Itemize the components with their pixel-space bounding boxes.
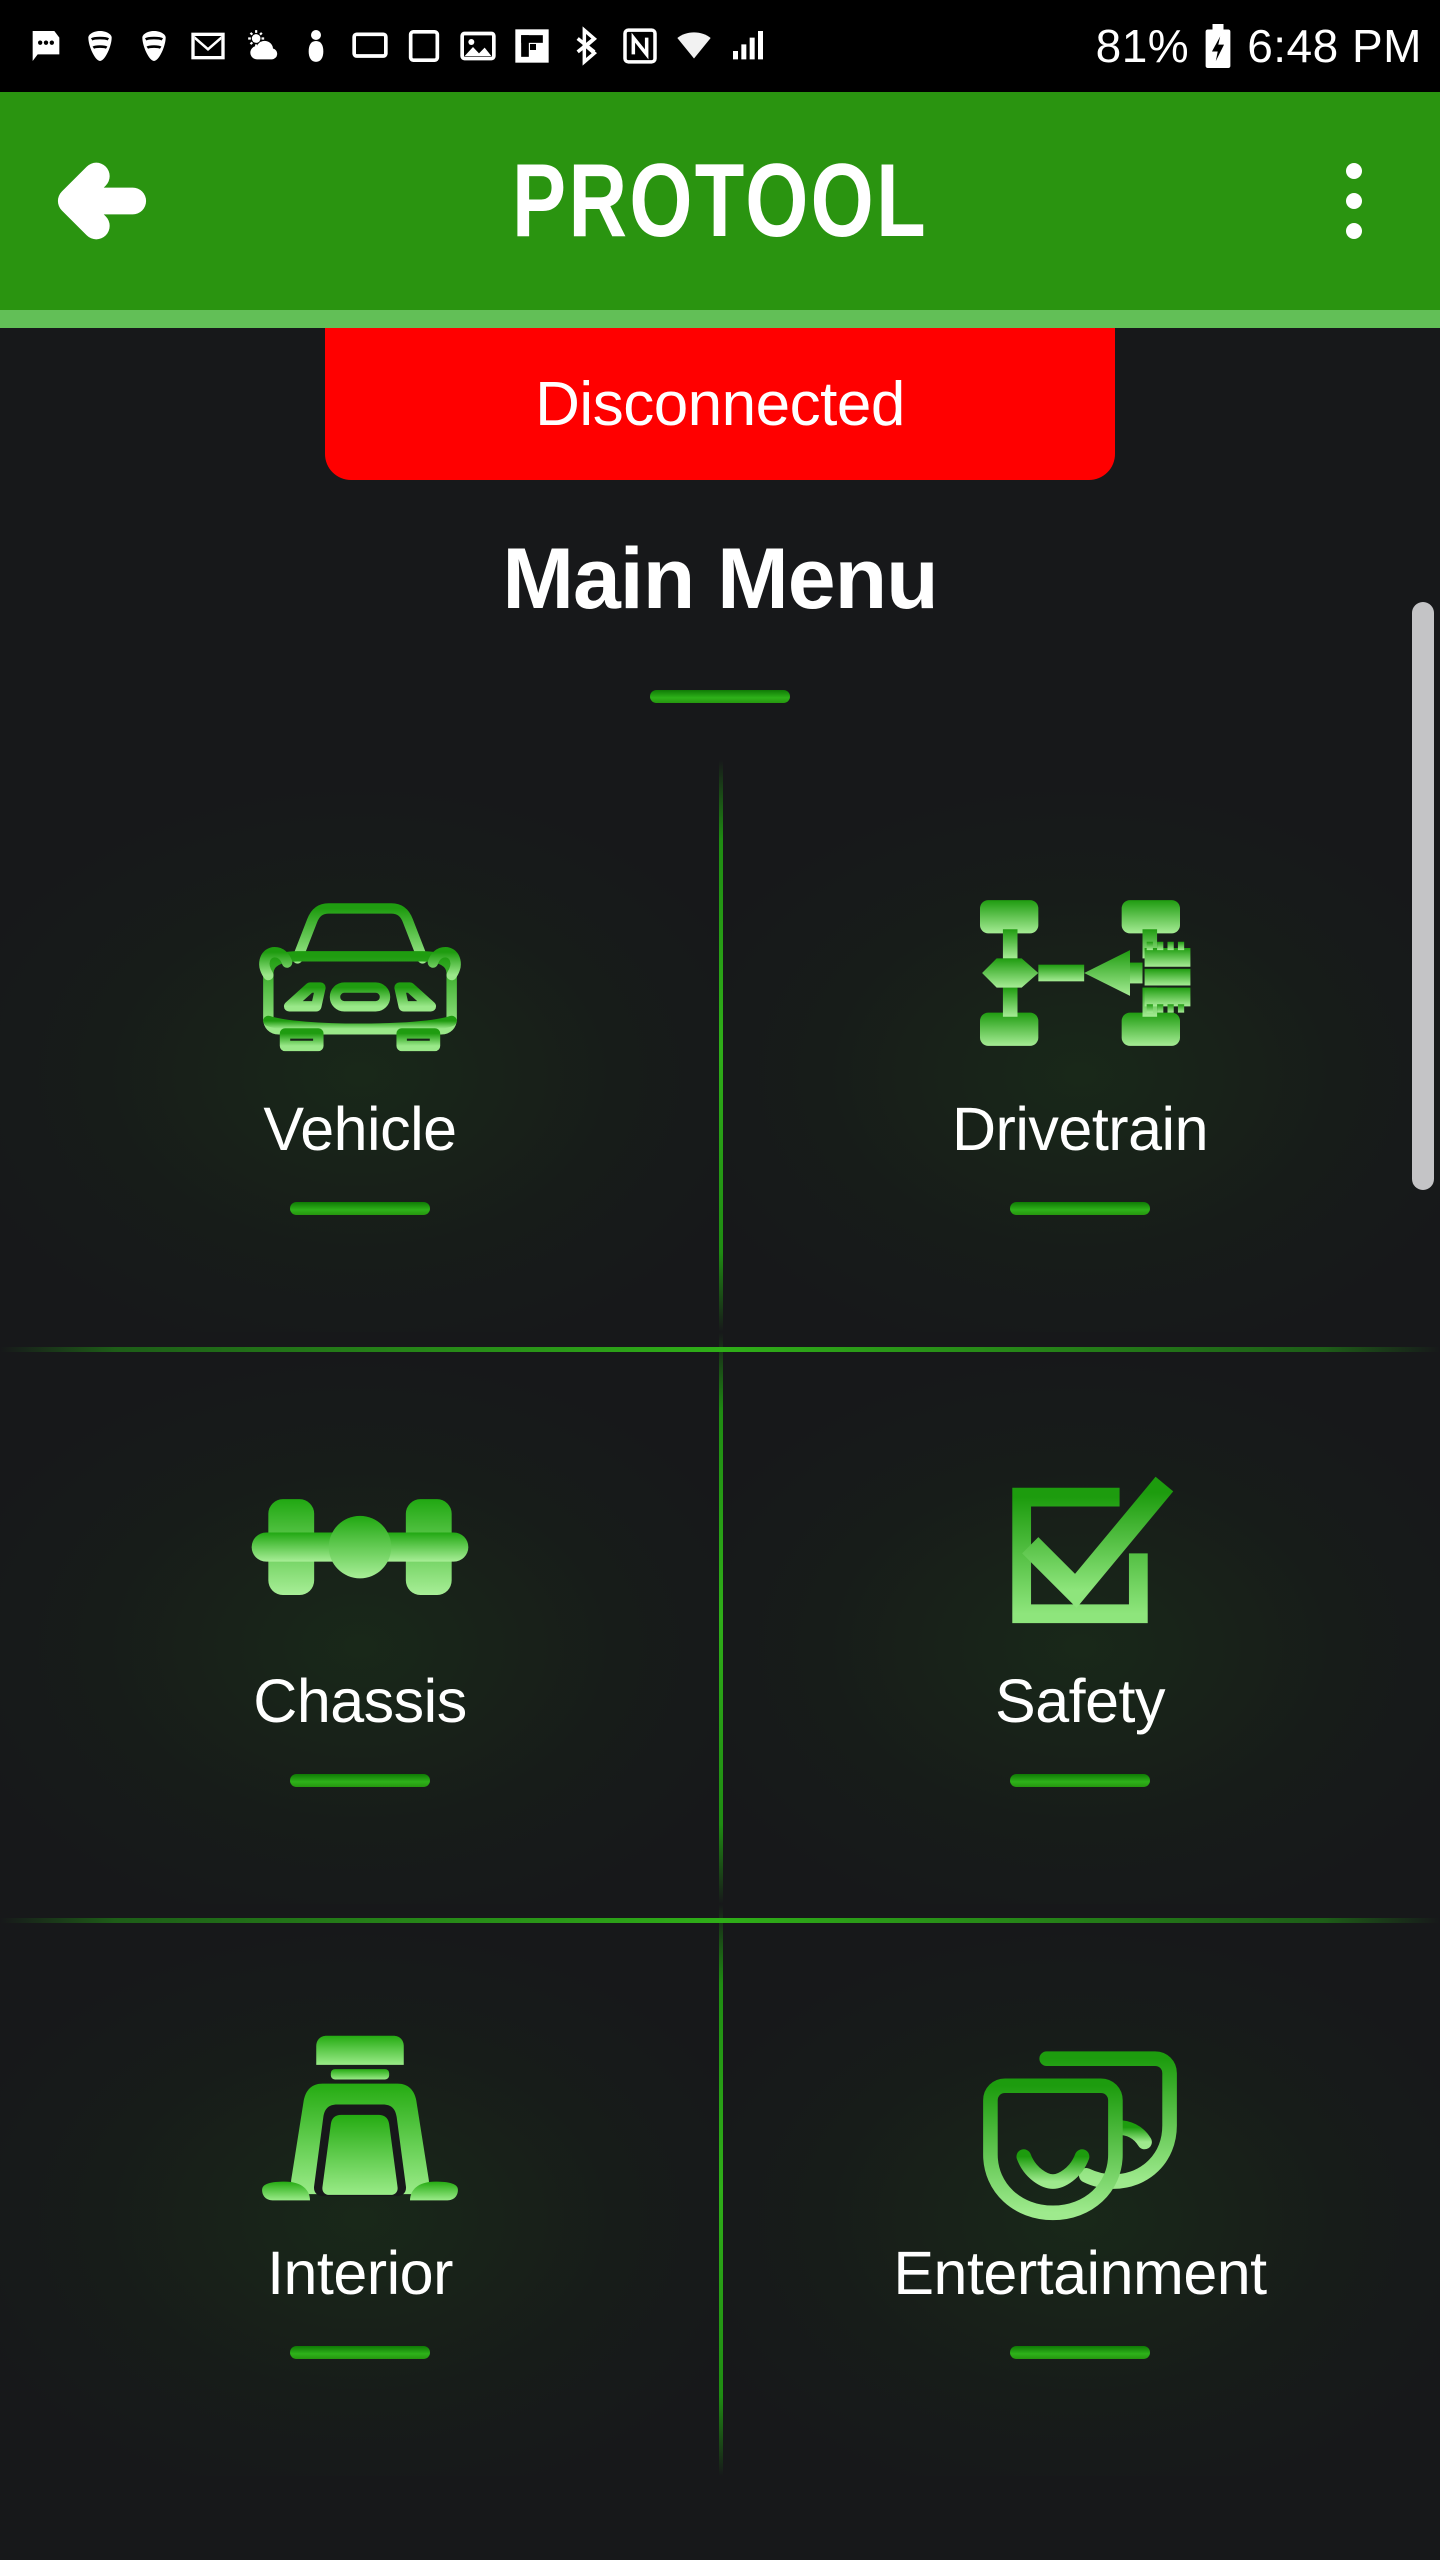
flipboard-icon [512, 26, 552, 66]
wifi-icon [80, 26, 120, 66]
menu-item-label: Drivetrain [951, 1094, 1209, 1163]
app-bar: PROTOOL [0, 92, 1440, 310]
battery-percent-label: 81% [1095, 20, 1190, 72]
gmail-icon [188, 26, 228, 66]
wifi-signal-icon [674, 26, 714, 66]
status-bar: 81% 6:48 PM [0, 0, 1440, 92]
grid-divider-vertical [719, 760, 723, 1332]
battery-charging-icon [1201, 24, 1235, 68]
bluetooth-icon [566, 26, 606, 66]
menu-item-label: Chassis [253, 1666, 467, 1735]
photo-icon [458, 26, 498, 66]
menu-item-safety[interactable]: Safety [720, 1332, 1440, 1904]
app-title: PROTOOL [511, 142, 929, 259]
app-bar-accent-strip [0, 310, 1440, 328]
cast-icon [350, 26, 390, 66]
more-vertical-icon[interactable] [1324, 153, 1384, 249]
screen-icon [404, 26, 444, 66]
clock-label: 6:48 PM [1247, 20, 1422, 72]
grid-divider-horizontal [0, 1347, 1440, 1352]
theater-masks-icon [955, 2022, 1205, 2220]
menu-item-interior[interactable]: Interior [0, 1904, 720, 2476]
wifi-icon-2 [134, 26, 174, 66]
connection-status-label: Disconnected [535, 369, 905, 439]
app-screen: 81% 6:48 PM PROTOOL Disconnected Main Me… [0, 0, 1440, 2560]
menu-item-drivetrain[interactable]: Drivetrain [720, 760, 1440, 1332]
page-title: Main Menu [502, 531, 938, 627]
person-icon [296, 26, 336, 66]
menu-item-label: Interior [267, 2238, 453, 2307]
menu-item-underline [290, 1201, 430, 1215]
connection-status-badge[interactable]: Disconnected [325, 328, 1115, 480]
status-bar-icons [26, 26, 1096, 66]
messages-icon [26, 26, 66, 66]
vertical-scrollbar[interactable] [1412, 602, 1434, 1190]
menu-item-underline [1010, 1201, 1150, 1215]
nfc-icon [620, 26, 660, 66]
menu-item-vehicle[interactable]: Vehicle [0, 760, 720, 1332]
cell-signal-icon [728, 26, 768, 66]
status-bar-right: 81% 6:48 PM [1096, 19, 1422, 73]
grid-divider-horizontal [0, 1918, 1440, 1923]
menu-item-underline [1010, 2345, 1150, 2359]
menu-item-underline [290, 1773, 430, 1787]
back-arrow-icon[interactable] [56, 155, 148, 247]
menu-item-label: Vehicle [263, 1094, 457, 1163]
weather-icon [242, 26, 282, 66]
menu-item-chassis[interactable]: Chassis [0, 1332, 720, 1904]
menu-item-underline [290, 2345, 430, 2359]
checkbox-check-icon [955, 1450, 1205, 1640]
car-seat-icon [235, 2022, 485, 2212]
menu-item-label: Safety [995, 1666, 1165, 1735]
chassis-axle-icon [235, 1450, 485, 1640]
menu-item-underline [1010, 1773, 1150, 1787]
grid-divider-vertical [719, 1332, 723, 1904]
page-title-underline [650, 690, 790, 703]
menu-item-label: Entertainment [893, 2238, 1267, 2307]
car-front-icon [235, 878, 485, 1068]
drivetrain-icon [955, 878, 1205, 1068]
menu-item-entertainment[interactable]: Entertainment [720, 1904, 1440, 2476]
grid-divider-vertical [719, 1904, 723, 2476]
